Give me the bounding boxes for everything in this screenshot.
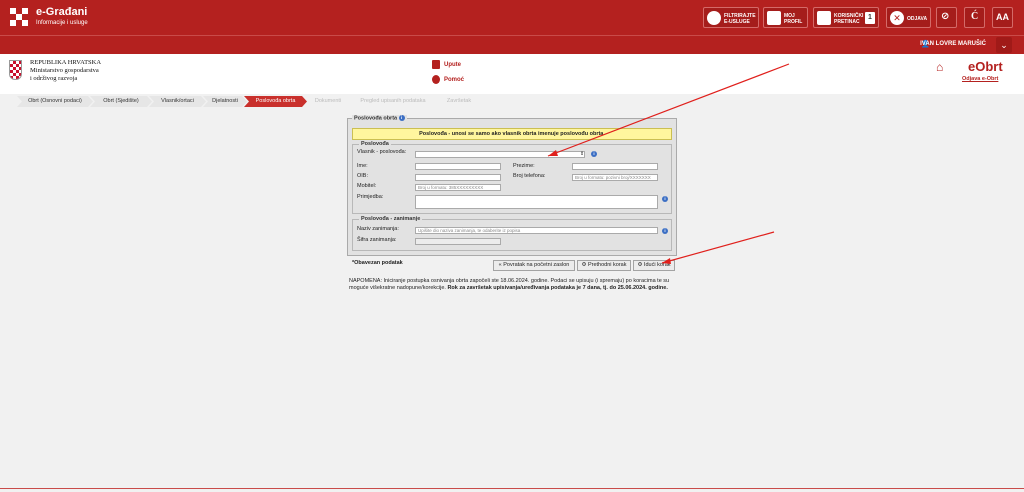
step-finish: Završetak bbox=[434, 96, 484, 107]
instructions-link[interactable]: Upute bbox=[432, 60, 461, 69]
step-documents: Dokumenti bbox=[304, 96, 352, 107]
inbox-icon bbox=[817, 11, 831, 25]
next-step-button[interactable]: ⚙ Idući korak bbox=[633, 260, 675, 271]
oib-label: OIB: bbox=[357, 173, 369, 179]
info-icon[interactable]: i bbox=[398, 115, 405, 121]
home-icon[interactable]: ⌂ bbox=[936, 60, 949, 74]
step-seat[interactable]: Obrt (Sjedište) bbox=[90, 96, 152, 107]
my-profile-button[interactable]: MOJ PROFIL bbox=[763, 7, 808, 28]
oib-input[interactable] bbox=[415, 174, 501, 181]
manager-panel: Poslovođa obrta i Poslovođa - unosi se s… bbox=[347, 115, 677, 256]
occupation-name-input[interactable]: Upišite dio naziva zanimanja, te odaberi… bbox=[415, 227, 658, 234]
text-size-button[interactable]: AA bbox=[992, 7, 1013, 28]
mobile-label: Mobitel: bbox=[357, 183, 377, 189]
last-name-label: Prezime: bbox=[513, 163, 535, 169]
step-review: Pregled upisanih podataka bbox=[349, 96, 437, 107]
logout-icon: ✕ bbox=[890, 11, 904, 25]
footer-line bbox=[0, 488, 1024, 492]
owner-info-icon[interactable]: i bbox=[591, 151, 597, 157]
document-icon bbox=[432, 60, 440, 69]
wizard-steps: Obrt (Osnovni podaci) Obrt (Sjedište) Vl… bbox=[0, 96, 1024, 108]
manager-fieldset: Poslovođa Vlasnik - poslovođa: ⇕ i Ime: … bbox=[352, 141, 672, 214]
select-arrow-icon: ⇕ bbox=[580, 151, 585, 157]
visibility-toggle-button[interactable]: ⊘ bbox=[936, 7, 957, 28]
owner-manager-label: Vlasnik - poslovođa: bbox=[357, 149, 407, 155]
deadline-note: NAPOMENA: Iniciranje postupka osnivanja … bbox=[349, 278, 670, 291]
step-activities[interactable]: Djelatnosti bbox=[203, 96, 247, 107]
egradjani-logo-icon[interactable] bbox=[10, 8, 28, 26]
mobile-input[interactable]: Broj u formatu: 385XXXXXXXXX bbox=[415, 184, 501, 191]
step-basic-data[interactable]: Obrt (Osnovni podaci) bbox=[17, 96, 93, 107]
coat-of-arms-icon bbox=[9, 60, 22, 80]
help-link[interactable]: Pomoć bbox=[432, 75, 464, 84]
text-size-icon: AA bbox=[996, 12, 1009, 22]
occupation-name-label: Naziv zanimanja: bbox=[357, 226, 399, 232]
user-bar: 👤 IVAN LOVRE MARUŠIĆ ⌄ bbox=[0, 35, 1024, 54]
step-owners[interactable]: Vlasnik/ortaci bbox=[149, 96, 206, 107]
occupation-info-icon[interactable]: i bbox=[662, 228, 668, 234]
ministry-name: REPUBLIKA HRVATSKA Ministarstvo gospodar… bbox=[30, 59, 102, 82]
occupation-code-label: Šifra zanimanja: bbox=[357, 237, 397, 243]
phone-label: Broj telefona: bbox=[513, 173, 546, 179]
profile-icon bbox=[767, 11, 781, 25]
page-header: REPUBLIKA HRVATSKA Ministarstvo gospodar… bbox=[0, 54, 1024, 94]
user-name[interactable]: IVAN LOVRE MARUŠIĆ bbox=[920, 41, 986, 47]
eobrt-title: eObrt bbox=[968, 59, 1003, 74]
required-note: *Obavezan podatak bbox=[352, 260, 403, 266]
remark-textarea[interactable] bbox=[415, 195, 658, 209]
previous-step-button[interactable]: ⚙ Prethodni korak bbox=[577, 260, 631, 271]
eobrt-logout-link[interactable]: Odjava e-Obrt bbox=[962, 76, 998, 82]
top-bar: e-Građani Informacije i usluge FILTRIRAJ… bbox=[0, 0, 1024, 35]
remark-label: Primjedba: bbox=[357, 194, 384, 200]
arrow-to-next-button bbox=[661, 231, 775, 264]
phone-input[interactable]: Broj u formatu: pozivni broj/XXXXXXX bbox=[572, 174, 658, 181]
last-name-input[interactable] bbox=[572, 163, 658, 170]
app-title[interactable]: e-Građani bbox=[36, 6, 87, 18]
occupation-fieldset: Poslovođa - zanimanje Naziv zanimanja: U… bbox=[352, 216, 672, 251]
panel-title: Poslovođa obrta i bbox=[352, 115, 407, 122]
notice-banner: Poslovođa - unosi se samo ako vlasnik ob… bbox=[352, 128, 672, 140]
app-subtitle: Informacije i usluge bbox=[36, 20, 88, 26]
logout-button[interactable]: ✕ ODJAVA bbox=[886, 7, 931, 28]
first-name-label: Ime: bbox=[357, 163, 368, 169]
eye-slash-icon: ⊘ bbox=[941, 11, 950, 22]
font-toggle-button[interactable]: Ć bbox=[964, 7, 985, 28]
font-icon: Ć bbox=[971, 11, 979, 22]
remark-info-icon[interactable]: i bbox=[662, 196, 668, 202]
help-icon bbox=[432, 75, 440, 84]
user-inbox-button[interactable]: KORISNIČKI PRETINAC 1 bbox=[813, 7, 879, 28]
occupation-code-input bbox=[415, 238, 501, 245]
filter-icon bbox=[707, 11, 721, 25]
section-occupation-title: Poslovođa - zanimanje bbox=[359, 216, 423, 222]
first-name-input[interactable] bbox=[415, 163, 501, 170]
user-dropdown-button[interactable]: ⌄ bbox=[996, 37, 1012, 53]
section-manager-title: Poslovođa bbox=[359, 141, 391, 147]
filter-eservices-button[interactable]: FILTRIRAJTE E-USLUGE bbox=[703, 7, 759, 28]
owner-manager-select[interactable] bbox=[415, 151, 585, 158]
back-home-button[interactable]: « Povratak na početni zaslon bbox=[493, 260, 575, 271]
step-manager[interactable]: Poslovođa obrta bbox=[244, 96, 307, 107]
inbox-count-badge: 1 bbox=[865, 12, 875, 24]
